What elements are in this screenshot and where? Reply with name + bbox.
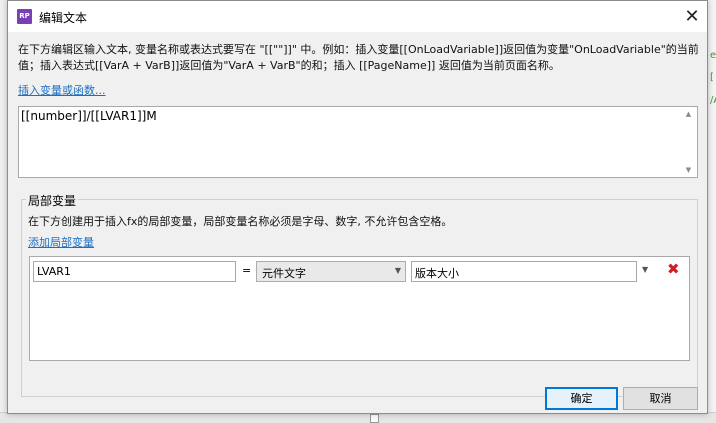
background-checkbox — [370, 414, 379, 423]
delete-variable-icon[interactable]: ✖ — [667, 260, 680, 278]
editor-content[interactable]: [[number]]/[[LVAR1]]M — [21, 109, 157, 123]
close-icon: ✕ — [684, 6, 700, 27]
close-button[interactable]: ✕ — [677, 1, 707, 32]
chevron-down-icon: ▼ — [394, 266, 401, 275]
edit-text-dialog: RP 编辑文本 ✕ 在下方编辑区输入文本, 变量名称或表达式要写在 "[[""]… — [7, 0, 708, 414]
text-editor[interactable]: [[number]]/[[LVAR1]]M ▲ ▼ — [18, 106, 698, 178]
background-text: /A — [710, 95, 716, 106]
dialog-content: 在下方编辑区输入文本, 变量名称或表达式要写在 "[[""]]" 中。例如：插入… — [8, 32, 707, 413]
variable-type-value: 元件文字 — [262, 267, 306, 280]
background-text: [ — [710, 72, 714, 83]
variable-target-input[interactable]: 版本大小 — [411, 261, 637, 282]
equals-sign: = — [242, 264, 252, 277]
variable-name-input[interactable]: LVAR1 — [33, 261, 236, 282]
local-variables-description: 在下方创建用于插入fx的局部变量，局部变量名称必须是字母、数字, 不允许包含空格… — [28, 215, 453, 228]
dialog-titlebar: RP 编辑文本 ✕ — [8, 1, 707, 32]
insert-variable-link[interactable]: 插入变量或函数... — [18, 82, 106, 98]
local-variables-group: 局部变量 在下方创建用于插入fx的局部变量，局部变量名称必须是字母、数字, 不允… — [21, 192, 698, 397]
dialog-title: 编辑文本 — [39, 11, 88, 25]
scroll-down-icon[interactable]: ▼ — [680, 163, 697, 177]
background-text: e — [710, 50, 716, 61]
app-logo-icon: RP — [17, 9, 32, 24]
add-local-variable-link[interactable]: 添加局部变量 — [28, 234, 94, 250]
chevron-down-icon[interactable]: ▼ — [642, 265, 648, 274]
instructions-text: 在下方编辑区输入文本, 变量名称或表达式要写在 "[[""]]" 中。例如：插入… — [18, 43, 699, 72]
scroll-up-icon[interactable]: ▲ — [680, 107, 697, 121]
local-variable-list: LVAR1 = 元件文字 ▼ 版本大小 ▼ ✖ — [29, 256, 690, 361]
cancel-button[interactable]: 取消 — [623, 387, 698, 410]
ok-button[interactable]: 确定 — [545, 387, 618, 410]
variable-type-select[interactable]: 元件文字 ▼ — [256, 261, 406, 282]
editor-scrollbar[interactable]: ▲ ▼ — [680, 107, 697, 177]
local-variables-legend: 局部变量 — [26, 192, 79, 209]
